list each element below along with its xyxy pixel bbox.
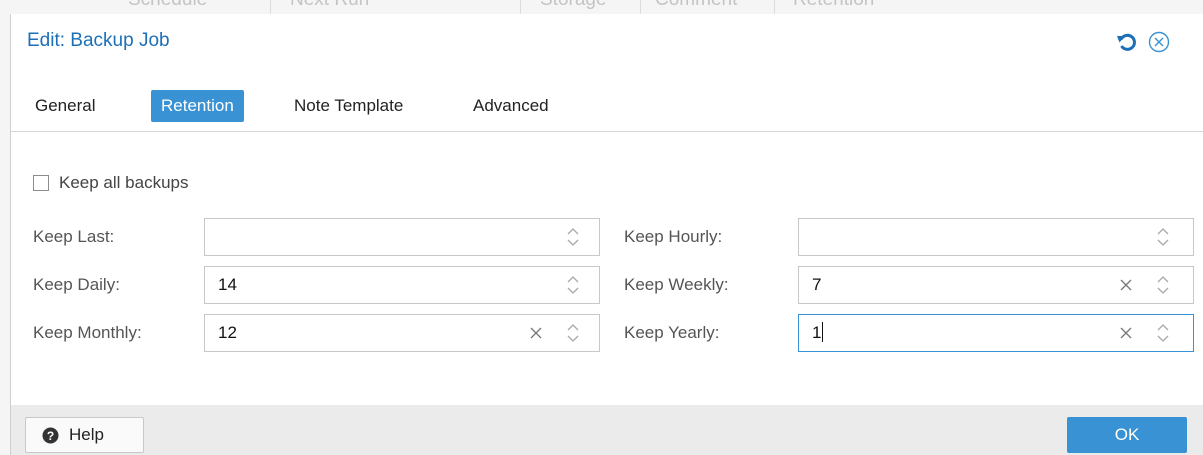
spinner-icon[interactable] [565,273,581,297]
keep-daily-value: 14 [218,275,237,294]
keep-hourly-field[interactable] [798,218,1194,256]
keep-weekly-field[interactable]: 7 [798,266,1194,304]
ok-button[interactable]: OK [1067,417,1187,453]
keep-yearly-field[interactable]: 1 [798,314,1194,352]
spinner-icon[interactable] [1155,273,1171,297]
column-separator [270,0,271,14]
background-column-header: Retention [793,0,874,11]
tab-advanced[interactable]: Advanced [463,90,559,122]
spinner-icon[interactable] [565,321,581,345]
keep-daily-label: Keep Daily: [33,275,120,294]
dialog-title: Edit: Backup Job [27,30,170,51]
background-column-header: Storage [540,0,607,11]
dialog-tabbar: General Retention Note Template Advanced [11,82,1203,132]
keep-daily-field[interactable]: 14 [204,266,600,304]
keep-all-backups-label: Keep all backups [59,173,189,192]
spinner-icon[interactable] [565,225,581,249]
text-caret [822,322,824,342]
keep-last-field[interactable] [204,218,600,256]
spinner-icon[interactable] [1155,321,1171,345]
help-button-label: Help [69,425,104,444]
tab-note-template[interactable]: Note Template [284,90,413,122]
keep-monthly-field[interactable]: 12 [204,314,600,352]
svg-text:?: ? [47,429,54,443]
background-column-header: Next Run [290,0,369,11]
retention-panel: Keep all backups Keep Last: Keep Daily: … [11,132,1203,405]
background-panel [0,14,10,455]
keep-weekly-label: Keep Weekly: [624,275,729,294]
keep-yearly-value: 1 [812,323,822,342]
keep-hourly-label: Keep Hourly: [624,227,723,246]
column-separator [520,0,521,14]
keep-yearly-label: Keep Yearly: [624,323,720,342]
close-icon[interactable] [1147,30,1171,54]
column-separator [774,0,775,14]
keep-last-label: Keep Last: [33,227,115,246]
background-column-header: Schedule [128,0,207,11]
clear-icon[interactable] [1117,276,1135,294]
keep-monthly-value: 12 [218,323,237,342]
clear-icon[interactable] [1117,324,1135,342]
keep-monthly-label: Keep Monthly: [33,323,142,342]
background-column-header: Comment [655,0,737,11]
keep-yearly-value-wrap: 1 [812,315,824,351]
keep-all-backups-checkbox[interactable]: Keep all backups [33,172,188,194]
spinner-icon[interactable] [1155,225,1171,249]
keep-weekly-value: 7 [812,275,822,294]
question-circle-icon: ? [42,427,59,443]
checkbox-box[interactable] [33,175,49,191]
help-button[interactable]: ? Help [25,417,144,453]
tab-retention[interactable]: Retention [151,90,244,122]
clear-icon[interactable] [527,324,545,342]
tab-general[interactable]: General [25,90,105,122]
background-grid-header: Schedule Next Run Storage Comment Retent… [0,0,1203,14]
reset-icon[interactable] [1115,30,1139,54]
edit-backup-job-dialog: Edit: Backup Job General Retention Note … [10,14,1203,455]
column-separator [640,0,641,14]
dialog-footer: ? Help OK [11,405,1203,455]
dialog-titlebar: Edit: Backup Job [11,14,1203,72]
